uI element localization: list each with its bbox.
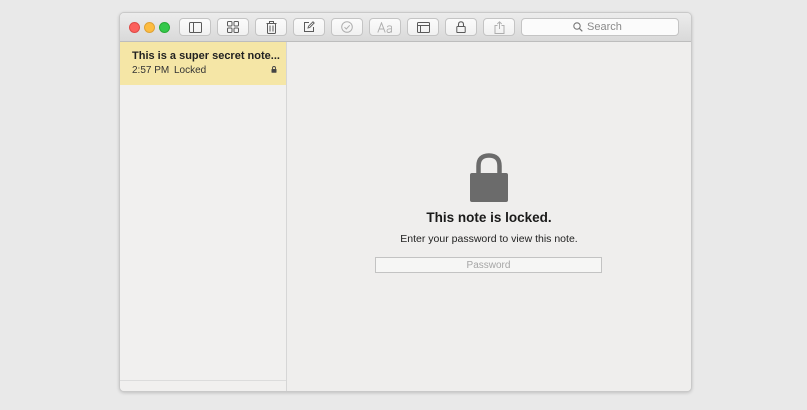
notes-window: This is a super secret note... 2:57 PM L… [119,12,692,392]
share-icon [494,20,504,34]
note-list-item-selected[interactable]: This is a super secret note... 2:57 PM L… [120,42,286,85]
toolbar [120,13,691,42]
search-icon [573,22,583,32]
checkmark-circle-icon [341,21,353,33]
new-note-button[interactable] [293,18,325,36]
close-window-button[interactable] [129,22,140,33]
note-lock-status: Locked [174,65,207,76]
delete-note-button[interactable] [255,18,287,36]
trash-icon [266,20,276,34]
sidebar-divider [120,380,286,381]
sidebar-icon [188,21,202,33]
large-lock-icon [470,153,508,202]
search-input[interactable] [587,21,627,33]
share-button[interactable] [483,18,515,36]
table-icon [416,21,430,33]
search-field[interactable] [521,18,679,36]
lock-note-button[interactable] [445,18,477,36]
checklist-button[interactable] [331,18,363,36]
locked-message: Enter your password to view this note. [400,233,578,245]
password-field[interactable] [375,257,602,273]
minimize-window-button[interactable] [144,22,155,33]
add-table-button[interactable] [407,18,439,36]
grid-icon [227,21,239,33]
note-time: 2:57 PM [132,65,170,76]
note-content-area: This note is locked. Enter your password… [287,42,691,391]
text-format-icon [377,21,392,33]
small-lock-icon [271,66,277,73]
compose-icon [304,21,315,32]
lock-icon [456,21,466,33]
attachments-browser-button[interactable] [217,18,249,36]
toggle-sidebar-button[interactable] [179,18,211,36]
note-title: This is a super secret note... [132,50,280,62]
locked-title: This note is locked. [426,210,552,225]
zoom-window-button[interactable] [159,22,170,33]
format-text-button[interactable] [369,18,401,36]
notes-list-sidebar: This is a super secret note... 2:57 PM L… [120,42,287,391]
